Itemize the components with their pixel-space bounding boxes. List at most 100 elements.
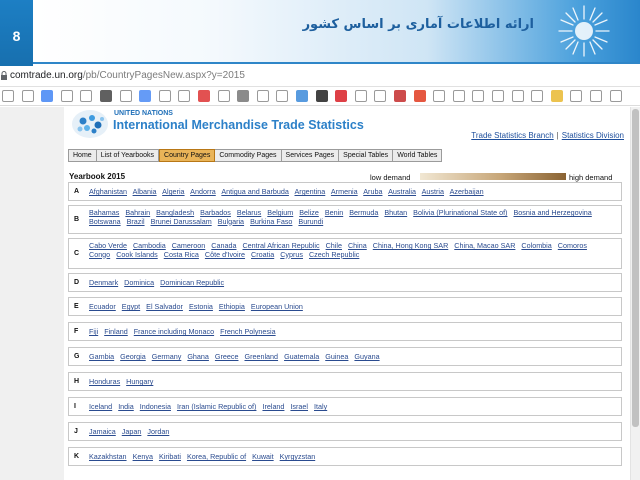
page-icon[interactable]: [80, 90, 93, 102]
country-link[interactable]: Greece: [215, 352, 239, 361]
page-icon[interactable]: [609, 90, 622, 102]
translate-icon[interactable]: [139, 90, 152, 102]
country-link[interactable]: Kenya: [133, 452, 153, 461]
country-link[interactable]: Bhutan: [384, 208, 407, 217]
country-link[interactable]: Austria: [422, 187, 444, 196]
country-link[interactable]: Estonia: [189, 302, 213, 311]
nav-tab-home[interactable]: Home: [69, 150, 97, 161]
country-link[interactable]: Bahamas: [89, 208, 119, 217]
address-bar[interactable]: comtrade.un.org/pb/CountryPagesNew.aspx?…: [0, 66, 640, 87]
country-link[interactable]: Ethiopia: [219, 302, 245, 311]
page-icon[interactable]: [276, 90, 289, 102]
country-link[interactable]: Cameroon: [172, 241, 206, 250]
nav-tab-commodity-pages[interactable]: Commodity Pages: [215, 150, 282, 161]
country-link[interactable]: Kyrgyzstan: [280, 452, 316, 461]
country-link[interactable]: Afghanistan: [89, 187, 127, 196]
country-link[interactable]: Israel: [290, 402, 308, 411]
country-link[interactable]: Cook Islands: [116, 250, 158, 259]
nav-tab-special-tables[interactable]: Special Tables: [339, 150, 394, 161]
gauge-icon[interactable]: [237, 90, 250, 102]
country-link[interactable]: Benin: [325, 208, 343, 217]
page-icon[interactable]: [374, 90, 387, 102]
country-link[interactable]: Algeria: [162, 187, 184, 196]
trade-statistics-branch-link[interactable]: Trade Statistics Branch: [471, 131, 553, 140]
country-link[interactable]: Côte d'Ivoire: [205, 250, 245, 259]
country-link[interactable]: Barbados: [200, 208, 231, 217]
country-link[interactable]: Armenia: [331, 187, 358, 196]
country-link[interactable]: Botswana: [89, 217, 121, 226]
country-link[interactable]: Fiji: [89, 327, 98, 336]
country-link[interactable]: El Salvador: [146, 302, 183, 311]
country-link[interactable]: Dominican Republic: [160, 278, 224, 287]
country-link[interactable]: Ireland: [262, 402, 284, 411]
page-icon[interactable]: [590, 90, 602, 102]
country-link[interactable]: Canada: [211, 241, 236, 250]
book-icon[interactable]: [60, 90, 73, 102]
country-link[interactable]: Indonesia: [140, 402, 171, 411]
country-link[interactable]: Colombia: [521, 241, 551, 250]
country-link[interactable]: Jamaica: [89, 427, 116, 436]
country-link[interactable]: Finland: [104, 327, 128, 336]
country-link[interactable]: Guyana: [354, 352, 379, 361]
country-link[interactable]: Cabo Verde: [89, 241, 127, 250]
page-icon[interactable]: [452, 90, 465, 102]
country-link[interactable]: Australia: [388, 187, 416, 196]
country-link[interactable]: Belize: [299, 208, 319, 217]
country-link[interactable]: India: [118, 402, 134, 411]
country-link[interactable]: Italy: [314, 402, 327, 411]
statistics-division-link[interactable]: Statistics Division: [562, 131, 624, 140]
t-icon[interactable]: [413, 90, 426, 102]
nav-tab-services-pages[interactable]: Services Pages: [281, 150, 340, 161]
nav-tab-world-tables[interactable]: World Tables: [393, 150, 442, 161]
country-link[interactable]: Aruba: [363, 187, 382, 196]
country-link[interactable]: Iran (Islamic Republic of): [177, 402, 257, 411]
country-link[interactable]: Burkina Faso: [250, 217, 292, 226]
country-link[interactable]: Bangladesh: [156, 208, 194, 217]
country-link[interactable]: China, Macao SAR: [454, 241, 515, 250]
page-icon[interactable]: [531, 90, 544, 102]
country-link[interactable]: Korea, Republic of: [187, 452, 246, 461]
page-icon[interactable]: [570, 90, 583, 102]
country-link[interactable]: Andorra: [190, 187, 216, 196]
url-text[interactable]: comtrade.un.org/pb/CountryPagesNew.aspx?…: [10, 70, 245, 81]
country-link[interactable]: Bosnia and Herzegovina: [513, 208, 591, 217]
page-icon[interactable]: [511, 90, 524, 102]
m-icon[interactable]: [296, 90, 308, 102]
country-link[interactable]: Greenland: [244, 352, 278, 361]
page-icon[interactable]: [492, 90, 504, 102]
country-link[interactable]: Honduras: [89, 377, 120, 386]
page-icon[interactable]: [119, 90, 132, 102]
red-square-icon[interactable]: [335, 90, 348, 102]
country-link[interactable]: Brazil: [127, 217, 145, 226]
country-link[interactable]: Gambia: [89, 352, 114, 361]
country-link[interactable]: Cambodia: [133, 241, 166, 250]
folder-icon[interactable]: [550, 90, 563, 102]
country-link[interactable]: Belarus: [237, 208, 261, 217]
country-link[interactable]: Bermuda: [349, 208, 378, 217]
page-icon[interactable]: [433, 90, 446, 102]
country-link[interactable]: Japan: [122, 427, 142, 436]
page-icon[interactable]: [256, 90, 269, 102]
country-link[interactable]: Cyprus: [280, 250, 303, 259]
country-link[interactable]: Czech Republic: [309, 250, 359, 259]
country-link[interactable]: Belgium: [267, 208, 293, 217]
country-link[interactable]: Burundi: [298, 217, 323, 226]
google-icon[interactable]: [41, 90, 54, 102]
page-icon[interactable]: [2, 90, 14, 102]
b-icon[interactable]: [315, 90, 328, 102]
page-icon[interactable]: [217, 90, 230, 102]
country-link[interactable]: France including Monaco: [134, 327, 214, 336]
country-link[interactable]: Ecuador: [89, 302, 116, 311]
country-link[interactable]: Germany: [152, 352, 182, 361]
country-link[interactable]: Chile: [326, 241, 342, 250]
country-link[interactable]: Jordan: [147, 427, 169, 436]
country-link[interactable]: Kazakhstan: [89, 452, 127, 461]
page-icon[interactable]: [21, 90, 34, 102]
country-link[interactable]: Bolivia (Plurinational State of): [413, 208, 507, 217]
country-link[interactable]: Kiribati: [159, 452, 181, 461]
page-icon[interactable]: [178, 90, 191, 102]
country-link[interactable]: China: [348, 241, 367, 250]
country-link[interactable]: Dominica: [124, 278, 154, 287]
country-link[interactable]: Albania: [133, 187, 157, 196]
nav-tab-list-of-yearbooks[interactable]: List of Yearbooks: [96, 150, 160, 161]
